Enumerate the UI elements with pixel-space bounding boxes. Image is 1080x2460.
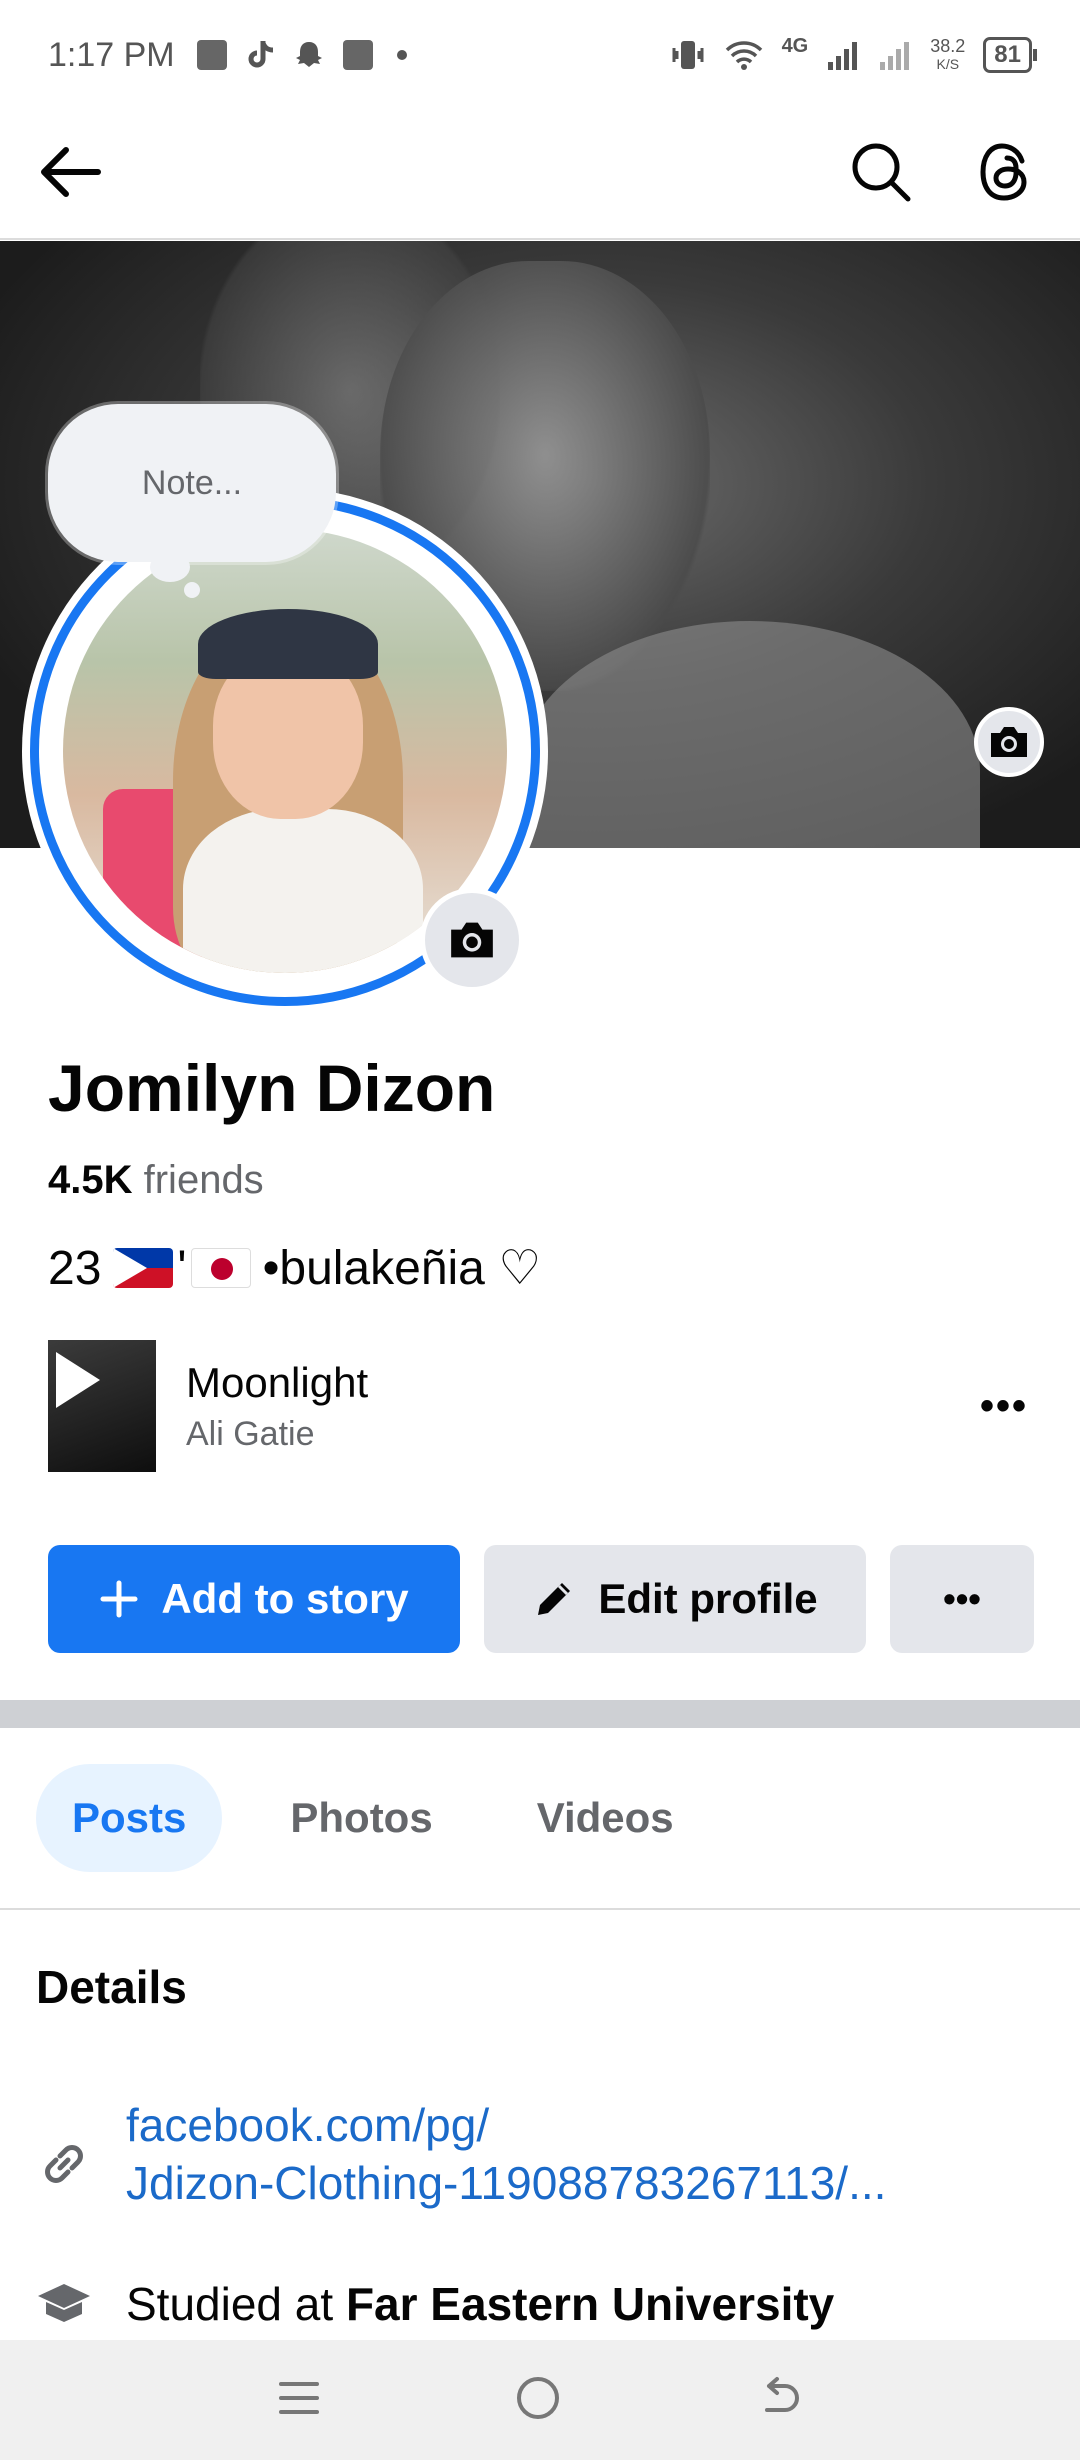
more-actions-button[interactable]: ••• bbox=[890, 1545, 1034, 1653]
detail-education[interactable]: Studied at Far Eastern University bbox=[36, 2276, 834, 2332]
network-type: 4G bbox=[781, 35, 809, 57]
edit-profile-picture-button[interactable] bbox=[420, 888, 524, 992]
system-nav-bar bbox=[0, 2340, 1080, 2460]
vibrate-icon bbox=[672, 41, 704, 69]
speed-unit: K/S bbox=[936, 56, 960, 72]
profile-music[interactable]: Moonlight Ali Gatie ••• bbox=[48, 1340, 1038, 1472]
avatar-cap bbox=[198, 609, 378, 679]
pencil-icon bbox=[538, 1583, 571, 1615]
philippines-flag-icon bbox=[113, 1248, 174, 1288]
friends-count[interactable]: 4.5K friends bbox=[48, 1158, 264, 1203]
status-time: 1:17 PM bbox=[48, 35, 175, 74]
menu-icon bbox=[278, 2381, 319, 2414]
education-school[interactable]: Far Eastern University bbox=[346, 2278, 834, 2330]
search-button[interactable] bbox=[850, 141, 912, 208]
back-system-button[interactable] bbox=[755, 2376, 803, 2425]
arrow-left-icon bbox=[41, 146, 101, 197]
graduation-cap-icon bbox=[38, 2284, 90, 2322]
edit-profile-label: Edit profile bbox=[598, 1575, 818, 1622]
network-speed: 38.2 K/S bbox=[930, 37, 965, 73]
wifi-icon bbox=[725, 41, 762, 70]
album-art[interactable] bbox=[48, 1340, 156, 1472]
tabs-divider bbox=[0, 1908, 1080, 1910]
music-info: Moonlight Ali Gatie bbox=[186, 1359, 368, 1454]
song-title: Moonlight bbox=[186, 1358, 369, 1406]
snapchat-icon bbox=[295, 42, 322, 67]
profile-tabs: Posts Photos Videos bbox=[36, 1764, 710, 1872]
website-link-line2: Jdizon-Clothing-119088783267113/... bbox=[126, 2157, 887, 2209]
home-button[interactable] bbox=[514, 2374, 562, 2427]
signal-icon bbox=[828, 42, 858, 70]
app-notification-icon bbox=[342, 40, 373, 70]
profile-actions: Add to story Edit profile ••• bbox=[48, 1545, 1034, 1653]
note-bubble-tail-dot bbox=[184, 582, 200, 598]
link-icon bbox=[45, 2145, 83, 2183]
back-button[interactable] bbox=[36, 142, 106, 207]
friends-number: 4.5K bbox=[48, 1158, 133, 1202]
speed-value: 38.2 bbox=[930, 36, 966, 56]
edit-cover-button[interactable] bbox=[974, 707, 1044, 777]
music-more-button[interactable]: ••• bbox=[980, 1384, 1038, 1429]
section-divider bbox=[0, 1700, 1080, 1728]
website-link[interactable]: facebook.com/pg/ Jdizon-Clothing-1190887… bbox=[126, 2096, 1026, 2212]
bio-separator: ' bbox=[177, 1241, 187, 1295]
edit-profile-button[interactable]: Edit profile bbox=[484, 1545, 866, 1653]
bio-age: 23 bbox=[48, 1241, 102, 1295]
song-artist: Ali Gatie bbox=[186, 1414, 315, 1453]
note-bubble[interactable]: Note... bbox=[48, 404, 336, 562]
search-icon bbox=[852, 143, 911, 201]
play-icon bbox=[56, 1352, 100, 1408]
profile-bio: 23 ' •bulakeñia ♡ bbox=[48, 1240, 541, 1296]
status-bar: 1:17 PM 4G 38.2 K/S 81 bbox=[0, 0, 1080, 110]
recents-button[interactable] bbox=[277, 2378, 321, 2423]
education-text: Studied at Far Eastern University bbox=[126, 2277, 834, 2331]
tab-posts[interactable]: Posts bbox=[36, 1764, 223, 1872]
camera-icon bbox=[991, 727, 1027, 757]
bio-text: •bulakeñia ♡ bbox=[262, 1242, 542, 1295]
tab-photos[interactable]: Photos bbox=[254, 1764, 468, 1872]
back-arrow-icon bbox=[765, 2376, 800, 2412]
website-link-line1: facebook.com/pg/ bbox=[126, 2099, 490, 2151]
camera-icon bbox=[451, 922, 493, 958]
threads-icon bbox=[980, 142, 1027, 201]
japan-flag-icon bbox=[190, 1248, 251, 1288]
battery-indicator: 81 bbox=[983, 37, 1037, 73]
add-to-story-label: Add to story bbox=[161, 1575, 409, 1622]
profile-name: Jomilyn Dizon bbox=[48, 1051, 496, 1125]
note-bubble-tail bbox=[150, 552, 190, 582]
friends-label: friends bbox=[143, 1158, 264, 1202]
threads-button[interactable] bbox=[978, 141, 1034, 208]
details-heading: Details bbox=[36, 1961, 187, 2013]
avatar-shirt bbox=[183, 809, 423, 973]
gallery-notification-icon bbox=[196, 40, 227, 70]
more-notifications-dot bbox=[396, 50, 407, 60]
plus-icon bbox=[100, 1580, 138, 1618]
signal-2-icon bbox=[880, 42, 910, 70]
tab-videos[interactable]: Videos bbox=[501, 1764, 710, 1872]
education-prefix: Studied at bbox=[126, 2278, 346, 2330]
tiktok-icon bbox=[248, 41, 273, 68]
home-circle-icon bbox=[516, 2376, 559, 2419]
top-nav bbox=[0, 110, 1080, 240]
notification-icons bbox=[196, 39, 407, 71]
add-to-story-button[interactable]: Add to story bbox=[48, 1545, 460, 1653]
detail-website[interactable]: facebook.com/pg/ Jdizon-Clothing-1190887… bbox=[36, 2096, 1046, 2212]
